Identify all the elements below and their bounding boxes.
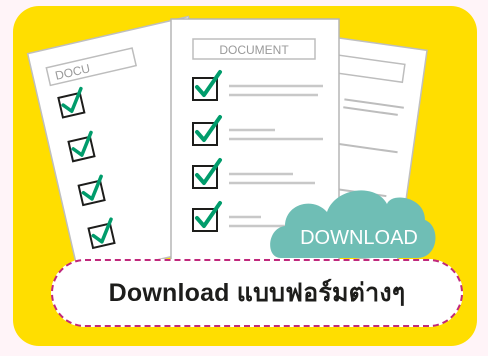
- download-forms-button-label: Download แบบฟอร์มต่างๆ: [108, 279, 406, 307]
- download-forms-banner[interactable]: DOCU DOCUMENT DOWNLOAD Download แบบฟอร์ม…: [13, 6, 477, 346]
- banner-frame: DOCU DOCUMENT DOWNLOAD Download แบบฟอร์ม…: [0, 0, 488, 356]
- cloud-label: DOWNLOAD: [300, 227, 418, 249]
- download-forms-button[interactable]: Download แบบฟอร์มต่างๆ: [51, 259, 463, 327]
- doc-label-front: DOCUMENT: [219, 43, 289, 57]
